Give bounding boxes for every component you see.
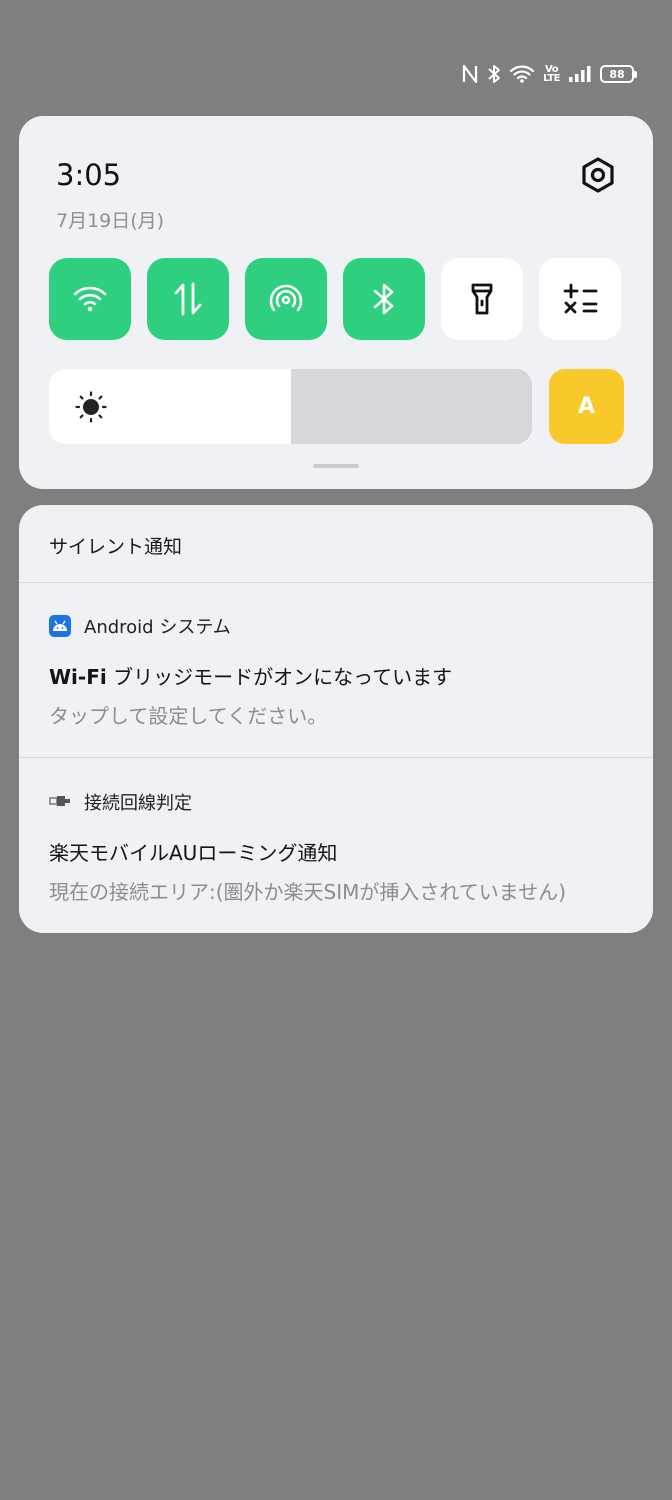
data-arrows-icon xyxy=(172,282,204,316)
divider xyxy=(19,757,653,758)
notification-title: Wi-Fi ブリッジモードがオンになっています xyxy=(49,661,623,690)
notification-title-bold: Wi-Fi xyxy=(49,665,107,689)
tile-hotspot[interactable] xyxy=(245,258,327,340)
quick-settings-panel: 3:05 7月19日(月) A xyxy=(19,116,653,489)
brightness-slider[interactable] xyxy=(49,369,532,444)
notifications-panel: サイレント通知 Android システム Wi-Fi ブリッジモードがオンになっ… xyxy=(19,505,653,933)
tile-calculator[interactable] xyxy=(539,258,621,340)
notification-body: タップして設定してください。 xyxy=(49,704,328,728)
sun-icon xyxy=(75,391,107,427)
tile-bluetooth[interactable] xyxy=(343,258,425,340)
notification-body: 現在の接続エリア:(圏外か楽天SIMが挿入されていません) xyxy=(49,880,566,904)
quick-tiles-row xyxy=(49,258,621,340)
settings-gear-icon[interactable] xyxy=(579,156,617,194)
tile-flashlight[interactable] xyxy=(441,258,523,340)
notification-title-rest: ブリッジモードがオンになっています xyxy=(106,665,453,689)
volte-label-bottom: LTE xyxy=(543,73,560,84)
date-label[interactable]: 7月19日(月) xyxy=(56,206,164,233)
plug-icon xyxy=(49,792,71,813)
signal-icon xyxy=(569,66,591,82)
silent-notifications-header: サイレント通知 xyxy=(49,536,183,558)
notification-app-name: 接続回線判定 xyxy=(84,793,192,814)
bluetooth-icon xyxy=(487,64,501,84)
android-icon xyxy=(49,615,71,637)
hotspot-icon xyxy=(268,283,304,315)
volte-icon: Vo LTE xyxy=(543,65,560,84)
battery-indicator: 88 xyxy=(600,65,637,83)
wifi-icon xyxy=(510,65,535,83)
nfc-icon xyxy=(462,65,478,83)
notification-app-row: Android システム xyxy=(49,613,623,639)
notification-title: 楽天モバイルAUローミング通知 xyxy=(49,841,338,865)
flashlight-icon xyxy=(470,282,494,316)
tile-wifi[interactable] xyxy=(49,258,131,340)
notification-roaming-check[interactable]: 接続回線判定 楽天モバイルAUローミング通知 現在の接続エリア:(圏外か楽天SI… xyxy=(49,789,623,905)
status-bar: Vo LTE 88 xyxy=(462,64,637,84)
notification-app-row: 接続回線判定 xyxy=(49,789,623,815)
wifi-icon xyxy=(73,285,107,313)
clock-time[interactable]: 3:05 xyxy=(56,158,121,192)
notification-app-name: Android システム xyxy=(84,617,231,638)
calculator-icon xyxy=(562,283,598,315)
auto-brightness-button[interactable]: A xyxy=(549,369,624,444)
tile-mobile-data[interactable] xyxy=(147,258,229,340)
notification-android-system[interactable]: Android システム Wi-Fi ブリッジモードがオンになっています タップ… xyxy=(49,613,623,729)
bluetooth-icon xyxy=(372,282,396,316)
divider xyxy=(19,582,653,583)
panel-drag-handle[interactable] xyxy=(313,464,359,468)
